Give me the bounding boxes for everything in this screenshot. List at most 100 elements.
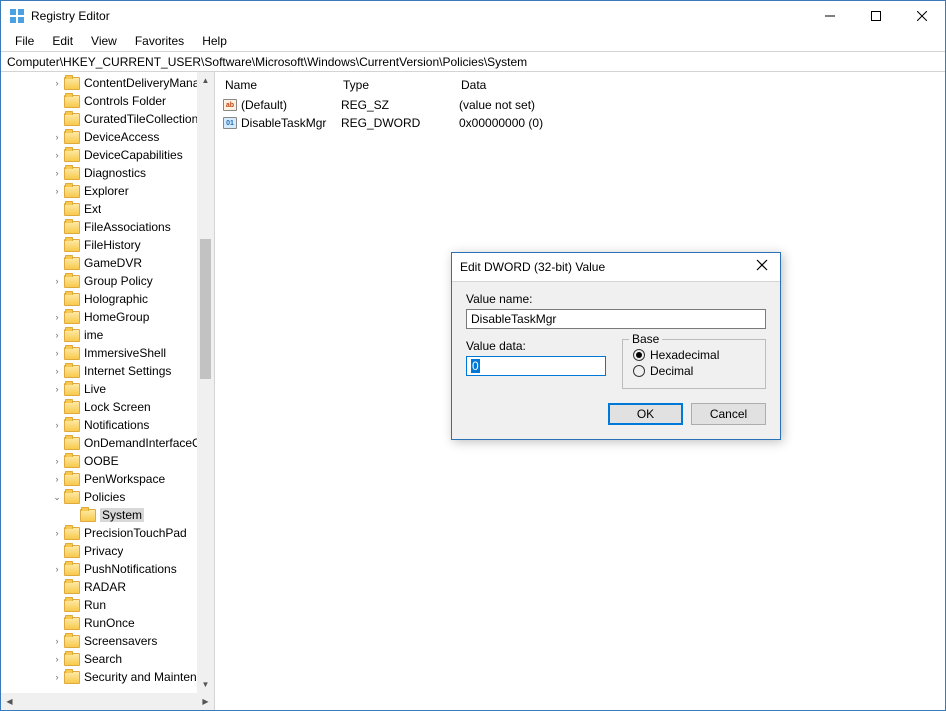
folder-icon (64, 527, 80, 540)
maximize-button[interactable] (853, 1, 899, 31)
menu-favorites[interactable]: Favorites (127, 32, 192, 50)
tree-item[interactable]: › Live (1, 380, 214, 398)
chevron-right-icon[interactable]: › (51, 167, 63, 179)
tree-item[interactable]: ›FileHistory (1, 236, 214, 254)
tree-inner[interactable]: ›ContentDeliveryManag›Controls Folder›Cu… (1, 72, 214, 693)
chevron-right-icon[interactable]: › (51, 347, 63, 359)
tree-item[interactable]: ›RADAR (1, 578, 214, 596)
tree-item[interactable]: ›ime (1, 326, 214, 344)
chevron-right-icon[interactable]: › (51, 383, 63, 395)
tree-item-label: FileAssociations (84, 220, 171, 234)
chevron-right-icon[interactable]: › (51, 275, 63, 287)
chevron-right-icon[interactable]: › (51, 185, 63, 197)
cancel-button[interactable]: Cancel (691, 403, 766, 425)
tree-item[interactable]: › Internet Settings (1, 362, 214, 380)
col-data[interactable]: Data (453, 78, 943, 92)
tree-item[interactable]: ›Controls Folder (1, 92, 214, 110)
list-row[interactable]: ab(Default)REG_SZ(value not set) (217, 96, 943, 114)
chevron-right-icon[interactable]: › (51, 635, 63, 647)
menu-file[interactable]: File (7, 32, 42, 50)
tree-item[interactable]: ›DeviceAccess (1, 128, 214, 146)
folder-icon (64, 275, 80, 288)
dword-value-icon: 01 (223, 117, 237, 129)
tree-item[interactable]: ›GameDVR (1, 254, 214, 272)
radio-hexadecimal[interactable]: Hexadecimal (633, 348, 755, 362)
tree-item[interactable]: ›Holographic (1, 290, 214, 308)
chevron-right-icon[interactable]: › (51, 329, 63, 341)
tree-item[interactable]: ›FileAssociations (1, 218, 214, 236)
value-name-text: DisableTaskMgr (471, 312, 556, 326)
tree-item[interactable]: ›Ext (1, 200, 214, 218)
tree-item-label: Internet Settings (84, 364, 171, 378)
tree-item[interactable]: ›Diagnostics (1, 164, 214, 182)
scroll-left-arrow-icon[interactable]: ◀ (1, 693, 18, 710)
window-controls (807, 1, 945, 31)
tree-item[interactable]: ›Privacy (1, 542, 214, 560)
dialog-close-button[interactable] (756, 259, 772, 275)
menu-edit[interactable]: Edit (44, 32, 81, 50)
tree-item[interactable]: ›PrecisionTouchPad (1, 524, 214, 542)
tree-item-label: Lock Screen (84, 400, 151, 414)
tree-item[interactable]: ›Lock Screen (1, 398, 214, 416)
tree-item[interactable]: ›ImmersiveShell (1, 344, 214, 362)
tree-item-label: System (100, 508, 144, 522)
tree-item[interactable]: ›Notifications (1, 416, 214, 434)
folder-icon (64, 239, 80, 252)
tree-scrollbar-horizontal[interactable]: ◀ ▶ (1, 693, 214, 710)
tree-item[interactable]: ›Search (1, 650, 214, 668)
tree-item[interactable]: ›Screensavers (1, 632, 214, 650)
chevron-right-icon[interactable]: › (51, 455, 63, 467)
chevron-right-icon[interactable]: › (51, 527, 63, 539)
chevron-right-icon[interactable]: › (51, 563, 63, 575)
tree-item[interactable]: ›ContentDeliveryManag (1, 74, 214, 92)
radio-decimal[interactable]: Decimal (633, 364, 755, 378)
tree-item-label: GameDVR (84, 256, 142, 270)
address-bar[interactable]: Computer\HKEY_CURRENT_USER\Software\Micr… (1, 51, 945, 72)
chevron-right-icon[interactable]: › (51, 365, 63, 377)
chevron-right-icon[interactable]: › (51, 473, 63, 485)
scroll-right-arrow-icon[interactable]: ▶ (197, 693, 214, 710)
radio-icon (633, 349, 645, 361)
chevron-right-icon[interactable]: › (51, 149, 63, 161)
tree-item[interactable]: ›HomeGroup (1, 308, 214, 326)
minimize-button[interactable] (807, 1, 853, 31)
chevron-right-icon[interactable]: › (51, 653, 63, 665)
tree-item[interactable]: ›CuratedTileCollections (1, 110, 214, 128)
scroll-down-arrow-icon[interactable]: ▼ (197, 676, 214, 693)
tree-item[interactable]: ›Run (1, 596, 214, 614)
tree-item[interactable]: ›Security and Maintenan (1, 668, 214, 686)
chevron-right-icon[interactable]: › (51, 671, 63, 683)
scroll-thumb-vertical[interactable] (200, 239, 211, 379)
chevron-right-icon[interactable]: › (51, 311, 63, 323)
tree-item[interactable]: ›Group Policy (1, 272, 214, 290)
tree-scrollbar-vertical[interactable]: ▲ ▼ (197, 72, 214, 693)
col-type[interactable]: Type (335, 78, 453, 92)
col-name[interactable]: Name (217, 78, 335, 92)
tree-item[interactable]: ›Explorer (1, 182, 214, 200)
ok-button[interactable]: OK (608, 403, 683, 425)
list-row[interactable]: 01DisableTaskMgrREG_DWORD0x00000000 (0) (217, 114, 943, 132)
tree-item[interactable]: ›OOBE (1, 452, 214, 470)
folder-icon (64, 77, 80, 90)
tree-item[interactable]: ›PushNotifications (1, 560, 214, 578)
tree-item-label: Live (84, 382, 106, 396)
tree-item[interactable]: ›DeviceCapabilities (1, 146, 214, 164)
menu-view[interactable]: View (83, 32, 125, 50)
chevron-right-icon[interactable]: › (51, 419, 63, 431)
value-data-field[interactable]: 0 (466, 356, 606, 376)
close-button[interactable] (899, 1, 945, 31)
value-type: REG_DWORD (335, 116, 453, 130)
value-name-field[interactable]: DisableTaskMgr (466, 309, 766, 329)
tree-item[interactable]: ›OnDemandInterfaceCa (1, 434, 214, 452)
tree-item[interactable]: ›PenWorkspace (1, 470, 214, 488)
chevron-down-icon[interactable]: ⌄ (51, 491, 63, 503)
scroll-up-arrow-icon[interactable]: ▲ (197, 72, 214, 89)
chevron-right-icon[interactable]: › (51, 77, 63, 89)
tree-item[interactable]: ›System (1, 506, 214, 524)
chevron-right-icon[interactable]: › (51, 131, 63, 143)
menu-help[interactable]: Help (194, 32, 235, 50)
tree-item[interactable]: ⌄Policies (1, 488, 214, 506)
tree-item[interactable]: ›RunOnce (1, 614, 214, 632)
dialog-title-bar[interactable]: Edit DWORD (32-bit) Value (452, 253, 780, 282)
value-data-text: 0 (471, 359, 480, 373)
